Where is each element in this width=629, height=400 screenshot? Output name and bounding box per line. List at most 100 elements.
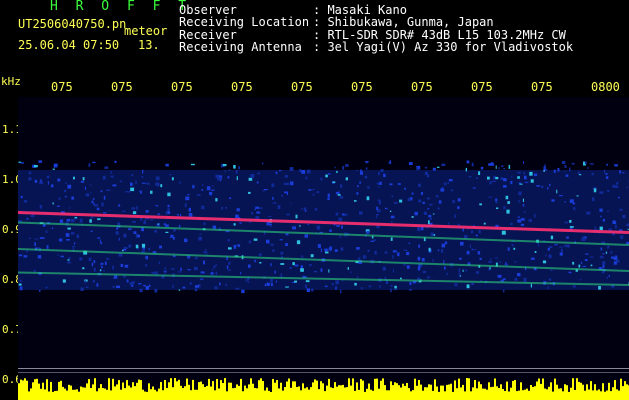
noise-speck — [100, 190, 103, 193]
noise-speck — [610, 251, 613, 254]
noise-speck — [285, 286, 289, 288]
level-bar — [412, 390, 414, 400]
noise-speck — [607, 245, 610, 249]
noise-speck — [441, 163, 446, 166]
noise-speck — [133, 231, 137, 234]
noise-speck — [362, 255, 366, 259]
noise-speck — [329, 229, 332, 232]
level-bar — [238, 385, 240, 400]
level-bar — [182, 388, 184, 400]
noise-speck — [421, 258, 425, 262]
noise-speck — [356, 247, 360, 250]
noise-speck — [316, 225, 321, 230]
noise-speck — [128, 244, 132, 248]
noise-speck — [480, 166, 484, 170]
noise-speck — [229, 197, 232, 199]
noise-speck — [429, 217, 432, 220]
level-bar — [472, 387, 474, 400]
noise-speck — [66, 239, 70, 241]
level-bar — [52, 391, 54, 400]
noise-speck — [165, 231, 169, 233]
noise-speck — [91, 262, 94, 267]
noise-speck — [360, 287, 363, 290]
level-bar — [410, 391, 412, 400]
noise-speck — [120, 263, 124, 267]
level-bar — [482, 388, 484, 400]
noise-speck — [408, 288, 413, 291]
noise-speck — [489, 181, 492, 185]
noise-speck — [517, 171, 521, 174]
noise-speck — [394, 285, 397, 289]
noise-speck — [189, 282, 192, 285]
level-bar — [158, 388, 160, 400]
noise-speck — [304, 234, 308, 238]
noise-speck — [376, 182, 380, 185]
level-bar — [184, 386, 186, 400]
level-bar — [308, 389, 310, 400]
noise-speck — [541, 185, 544, 189]
noise-speck — [99, 269, 102, 272]
level-bar — [18, 383, 20, 400]
level-bar — [370, 389, 372, 400]
noise-speck — [52, 227, 54, 230]
noise-speck — [215, 174, 220, 178]
noise-speck — [338, 217, 343, 221]
noise-speck — [71, 219, 75, 223]
noise-speck — [514, 277, 518, 281]
noise-speck — [513, 247, 516, 250]
noise-speck — [426, 276, 430, 279]
noise-speck — [334, 249, 338, 252]
noise-speck — [79, 218, 83, 223]
level-bar — [274, 382, 276, 400]
noise-speck — [424, 166, 428, 169]
noise-speck — [58, 197, 61, 200]
noise-speck — [325, 174, 328, 178]
noise-speck — [34, 165, 38, 168]
noise-speck — [357, 185, 359, 188]
noise-speck — [150, 219, 153, 221]
noise-speck — [448, 222, 450, 225]
level-bar — [590, 381, 592, 400]
level-bar — [258, 380, 260, 400]
noise-speck — [506, 209, 510, 214]
level-bar — [532, 387, 534, 400]
noise-speck — [377, 186, 380, 188]
noise-speck — [308, 189, 312, 191]
noise-speck — [584, 259, 588, 262]
noise-speck — [360, 171, 363, 175]
level-bar — [564, 384, 566, 400]
level-bar — [162, 390, 164, 400]
level-bar — [362, 380, 364, 400]
noise-speck — [324, 248, 328, 252]
noise-speck — [203, 260, 205, 265]
info-row-antenna: Receiving Antenna: 3el Yagi(V) Az 330 fo… — [179, 41, 573, 54]
noise-speck — [556, 189, 558, 194]
noise-speck — [564, 165, 567, 168]
level-bar — [592, 390, 594, 400]
noise-speck — [19, 286, 23, 291]
noise-speck — [154, 288, 158, 293]
noise-speck — [71, 196, 75, 200]
level-bar — [316, 380, 318, 400]
noise-speck — [165, 211, 168, 215]
noise-speck — [222, 164, 227, 167]
noise-speck — [124, 264, 129, 268]
level-bar — [54, 391, 56, 400]
noise-speck — [73, 242, 76, 245]
level-bar — [262, 381, 264, 400]
noise-speck — [604, 169, 606, 174]
level-bar — [562, 391, 564, 400]
noise-speck — [233, 223, 236, 226]
noise-speck — [553, 169, 556, 173]
noise-speck — [578, 264, 581, 268]
level-bar — [196, 389, 198, 400]
noise-speck — [593, 188, 597, 193]
level-bar — [384, 385, 386, 400]
noise-speck — [203, 251, 208, 254]
noise-speck — [580, 261, 583, 264]
level-bar — [36, 378, 38, 400]
noise-speck — [306, 288, 311, 292]
level-bar — [550, 382, 552, 400]
noise-speck — [479, 257, 482, 260]
noise-speck — [320, 177, 323, 181]
